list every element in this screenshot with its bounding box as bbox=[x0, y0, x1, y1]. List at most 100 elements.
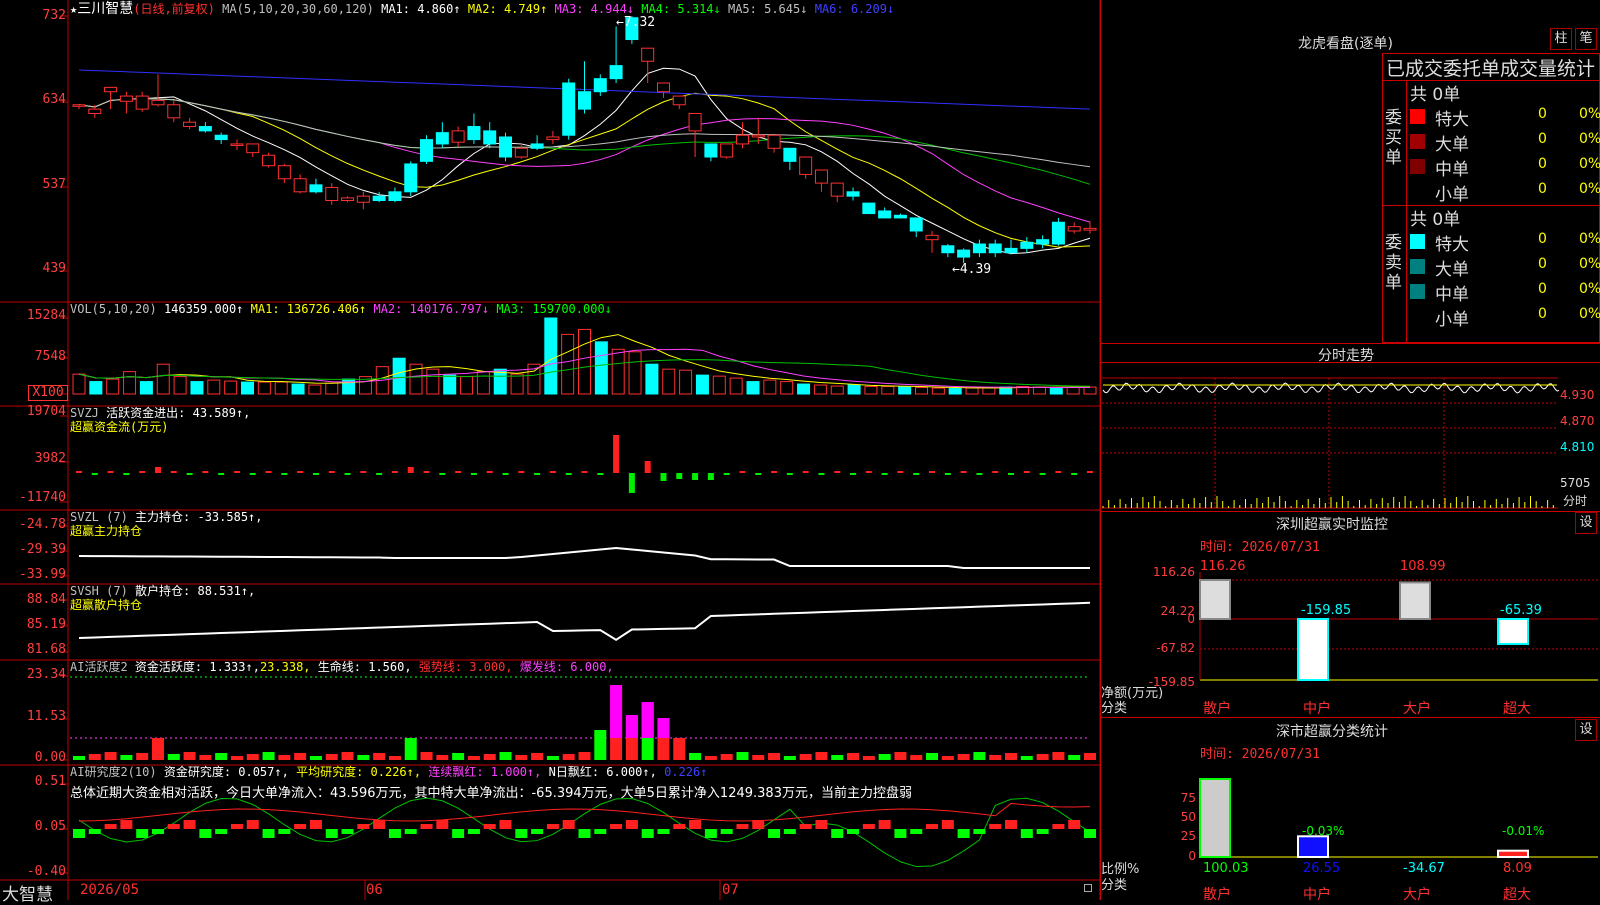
buy-row: 大单 0 0% bbox=[1408, 129, 1600, 155]
candle-body bbox=[167, 104, 181, 119]
activity-bar bbox=[878, 754, 891, 760]
activity-bar bbox=[388, 756, 401, 760]
svsh-header: SVSH (7) 散户持仓: 88.531↑, bbox=[70, 584, 255, 598]
activity-bar bbox=[341, 752, 354, 760]
research-bar bbox=[230, 824, 243, 829]
szstat-ylabel-3: 0 bbox=[1188, 849, 1196, 863]
xaxis-date-1: 06 bbox=[366, 882, 383, 898]
brand-logo[interactable]: 大智慧 bbox=[2, 880, 53, 905]
candle-body bbox=[104, 86, 118, 93]
candle-body bbox=[609, 65, 623, 80]
activity-burst-bar bbox=[657, 718, 670, 738]
ai2-ylabel-0: 0.51 bbox=[34, 774, 66, 789]
ai2-l5: 0.226↑ bbox=[664, 765, 708, 779]
volume-bar bbox=[797, 383, 811, 395]
svzl-def: SVZL (7) bbox=[70, 510, 128, 524]
candle-body bbox=[309, 184, 323, 193]
volume-bar bbox=[426, 368, 440, 395]
flow-bar bbox=[518, 471, 525, 473]
candle-body bbox=[1051, 221, 1065, 245]
period-label[interactable]: (日线,前复权) bbox=[133, 2, 215, 16]
row-count: 0 bbox=[1538, 106, 1547, 122]
row-percent: 0% bbox=[1579, 106, 1600, 122]
research-bar bbox=[1052, 824, 1065, 829]
flow-bar bbox=[755, 473, 762, 475]
buy-label: 委买单 bbox=[1385, 108, 1402, 168]
candle-body bbox=[878, 210, 892, 219]
flow-bar bbox=[1071, 473, 1078, 475]
candle-body bbox=[783, 147, 797, 162]
candle-body bbox=[972, 243, 986, 254]
szstat-value: 8.09 bbox=[1503, 861, 1532, 876]
fenshi-title: 分时走势 bbox=[1318, 348, 1374, 364]
szmon-settings-button[interactable]: 设 bbox=[1575, 512, 1597, 534]
flow-bar bbox=[802, 471, 809, 473]
flow-bar bbox=[644, 461, 651, 473]
ai2-l4: N日飘红: 6.000↑, bbox=[548, 765, 657, 779]
volume-bar bbox=[89, 381, 103, 395]
szstat-settings-button[interactable]: 设 bbox=[1575, 719, 1597, 741]
candle-body bbox=[1083, 227, 1097, 231]
buy-row: 特大 0 0% bbox=[1408, 104, 1600, 130]
lhb-bar-button[interactable]: 柱 bbox=[1550, 28, 1572, 50]
avg-research-line bbox=[78, 802, 1091, 822]
sell-total: 共 0单 bbox=[1410, 210, 1461, 230]
volume-bar bbox=[915, 387, 928, 395]
candle-body bbox=[372, 195, 386, 202]
fenshi-ylabel-2: 4.810 bbox=[1560, 440, 1595, 454]
flow-bar bbox=[312, 473, 319, 475]
candle-body bbox=[483, 130, 497, 145]
color-swatch-icon bbox=[1410, 109, 1425, 124]
lhb-tick-button[interactable]: 笔 bbox=[1575, 28, 1597, 50]
flow-bar bbox=[391, 471, 398, 473]
flow-bar bbox=[439, 473, 446, 475]
candle-body bbox=[277, 165, 291, 180]
candle-body bbox=[230, 143, 244, 146]
ai1-ylabel-2: 0.00 bbox=[34, 750, 66, 765]
candle-body bbox=[198, 126, 212, 132]
high-annotation: ←7.32 bbox=[616, 15, 656, 30]
svsh-label: 散户持仓: 88.531↑, bbox=[135, 584, 256, 598]
activity-bar bbox=[373, 753, 386, 760]
ma6-value: MA6: 6.209↓ bbox=[814, 2, 895, 16]
activity-bar bbox=[230, 756, 243, 760]
research-bar bbox=[515, 829, 528, 838]
activity-burst-bar bbox=[641, 702, 654, 738]
vol-ylabel-1: 7548 bbox=[34, 349, 66, 364]
candle-body bbox=[720, 143, 734, 158]
flow-bar bbox=[976, 473, 983, 475]
activity-bar bbox=[136, 753, 149, 760]
row-percent: 0% bbox=[1579, 256, 1600, 272]
activity-bar bbox=[720, 754, 733, 760]
activity-bar bbox=[420, 752, 433, 760]
szstat-ylabel-1: 50 bbox=[1180, 810, 1196, 824]
main-ylabel-1: 634 bbox=[42, 92, 66, 107]
activity-bar bbox=[120, 755, 133, 760]
lhb-title: 龙虎看盘(逐单) bbox=[1298, 36, 1393, 52]
research-bar bbox=[894, 829, 907, 838]
fenshi-tag[interactable]: 分时 bbox=[1563, 492, 1587, 509]
research-bar bbox=[546, 824, 559, 829]
ai2-summary: 总体近期大资金相对活跃，今日大单净流入：43.596万元，其中特大单净流出：-6… bbox=[70, 786, 912, 801]
szmon-ylabel-0: 116.26 bbox=[1153, 565, 1195, 579]
row-count: 0 bbox=[1538, 306, 1547, 322]
svsh-def: SVSH (7) bbox=[70, 584, 128, 598]
lock-icon[interactable] bbox=[1084, 884, 1092, 892]
research-bar bbox=[1020, 829, 1033, 838]
sell-row: 特大 0 0% bbox=[1408, 229, 1600, 255]
svzl-sub: 超赢主力持仓 bbox=[70, 524, 143, 538]
row-name: 中单 bbox=[1435, 160, 1469, 180]
szmon-xtitle: 分类 bbox=[1101, 701, 1128, 716]
main-holding-line bbox=[78, 546, 1090, 569]
row-percent: 0% bbox=[1579, 156, 1600, 172]
flow-bar bbox=[455, 471, 462, 473]
activity-bar bbox=[357, 755, 370, 760]
flow-bar bbox=[581, 471, 588, 473]
svsh-ylabel-1: 85.19 bbox=[26, 617, 66, 632]
vol-ma2: MA2: 140176.797↓ bbox=[373, 302, 490, 316]
flow-bar bbox=[76, 471, 82, 473]
candle-body bbox=[751, 134, 765, 138]
candle-body bbox=[988, 243, 1002, 254]
flow-bar bbox=[881, 473, 888, 475]
xaxis-date-0: 2026/05 bbox=[80, 882, 140, 898]
